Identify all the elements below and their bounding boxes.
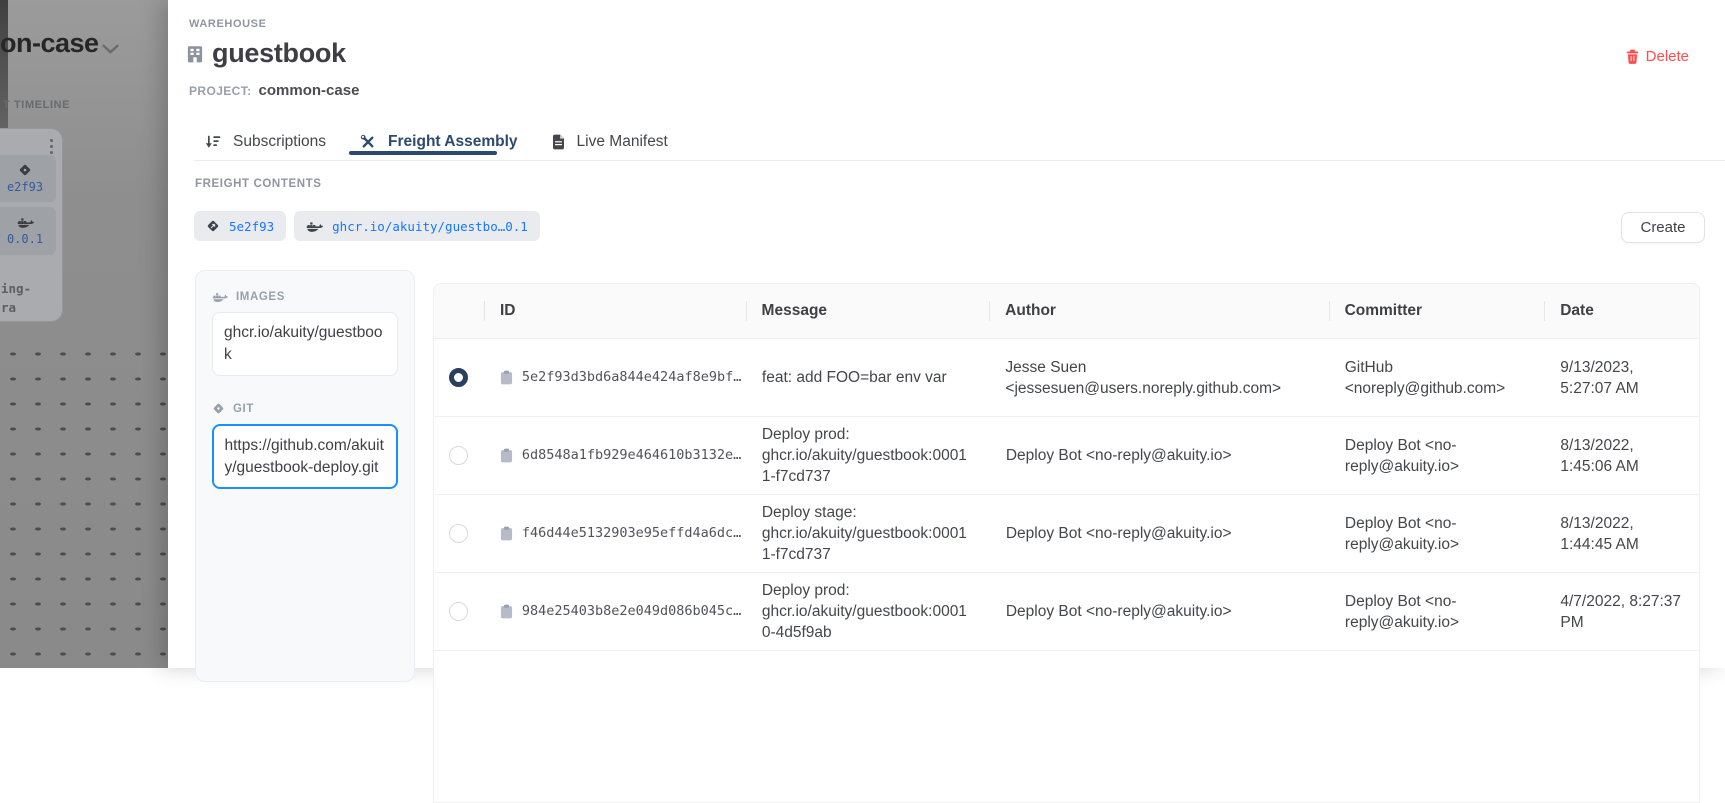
- sort-icon: [205, 134, 221, 150]
- commit-author: Jesse Suen <jessesuen@users.noreply.gith…: [989, 357, 1328, 399]
- commits-table: ID Message Author Committer Date 5e2f93d…: [433, 283, 1700, 803]
- delete-button[interactable]: Delete: [1626, 48, 1689, 65]
- commit-date: 8/13/2022, 1:44:45 AM: [1544, 513, 1699, 555]
- tab-live-manifest[interactable]: Live Manifest: [552, 133, 668, 151]
- stage-name-truncated: ing- ra: [1, 279, 31, 317]
- docker-icon: [306, 220, 323, 233]
- commit-sha: e2f93: [7, 180, 43, 194]
- row-radio[interactable]: [449, 368, 468, 387]
- commit-author: Deploy Bot <no-reply@akuity.io>: [990, 445, 1329, 466]
- git-commit-icon: [212, 402, 225, 415]
- background-canvas: on-case T TIMELINE e2f93 0.0.1 ing- ra: [0, 0, 168, 668]
- clipboard-icon: [500, 526, 513, 541]
- table-row[interactable]: 984e25403b8e2e049d086b045c… Deploy prod:…: [434, 573, 1699, 651]
- git-commit-icon: [206, 219, 220, 233]
- project-label: PROJECT:: [189, 84, 252, 98]
- commit-id: 5e2f93d3bd6a844e424af8e9bf…: [522, 367, 741, 388]
- commit-chip[interactable]: 5e2f93: [194, 211, 286, 241]
- file-icon: [552, 134, 565, 150]
- tab-label: Live Manifest: [577, 133, 668, 151]
- image-tag: 0.0.1: [7, 232, 43, 246]
- freight-timeline-card: e2f93 0.0.1 ing- ra: [0, 128, 63, 322]
- tools-icon: [360, 134, 376, 150]
- project-switcher: on-case: [0, 28, 99, 59]
- freight-commit-chip: e2f93: [0, 155, 56, 202]
- git-repo-option-selected[interactable]: https://github.com/akuity/guestbook-depl…: [212, 424, 398, 489]
- commit-id: 984e25403b8e2e049d086b045c…: [522, 601, 741, 622]
- commit-author: Deploy Bot <no-reply@akuity.io>: [990, 601, 1329, 622]
- warehouse-drawer: WAREHOUSE guestbook PROJECT: common-case…: [168, 0, 1725, 668]
- commit-message: Deploy prod: ghcr.io/akuity/guestbook:00…: [746, 580, 990, 643]
- commit-committer: Deploy Bot <no-reply@akuity.io>: [1329, 513, 1544, 555]
- docker-icon: [212, 291, 228, 303]
- project-name: common-case: [259, 82, 360, 99]
- table-header: ID Message Author Committer Date: [434, 284, 1699, 339]
- clipboard-icon: [500, 604, 513, 619]
- more-dots-icon: [50, 139, 53, 154]
- row-radio[interactable]: [449, 602, 468, 621]
- column-header-committer: Committer: [1329, 284, 1545, 338]
- delete-label: Delete: [1646, 48, 1689, 65]
- tab-label: Subscriptions: [233, 133, 326, 151]
- commit-date: 4/7/2022, 8:27:37 PM: [1544, 591, 1699, 633]
- commit-author: Deploy Bot <no-reply@akuity.io>: [990, 523, 1329, 544]
- chevron-down-icon: [102, 44, 119, 54]
- column-header-message: Message: [746, 284, 990, 338]
- commit-id: f46d44e5132903e95effd4a6dc…: [522, 523, 741, 544]
- freight-contents-chips: 5e2f93 ghcr.io/akuity/guestbo…0.1: [194, 211, 540, 241]
- column-header-date: Date: [1544, 284, 1699, 338]
- clipboard-icon: [500, 448, 513, 463]
- column-header-author: Author: [989, 284, 1328, 338]
- freight-contents-label: FREIGHT CONTENTS: [195, 178, 322, 190]
- commit-committer: GitHub <noreply@github.com>: [1329, 357, 1545, 399]
- docker-icon: [17, 216, 34, 229]
- table-body: 5e2f93d3bd6a844e424af8e9bf… feat: add FO…: [434, 339, 1699, 651]
- image-chip[interactable]: ghcr.io/akuity/guestbo…0.1: [294, 211, 540, 241]
- images-section-label: IMAGES: [212, 291, 398, 303]
- commit-date: 8/13/2022, 1:45:06 AM: [1544, 435, 1699, 477]
- clipboard-icon: [500, 370, 513, 385]
- tab-label: Freight Assembly: [388, 133, 518, 151]
- active-tab-indicator: [349, 151, 497, 155]
- table-row[interactable]: 5e2f93d3bd6a844e424af8e9bf… feat: add FO…: [434, 339, 1699, 417]
- commit-date: 9/13/2023, 5:27:07 AM: [1544, 357, 1699, 399]
- radio-column-header: [434, 284, 484, 338]
- git-section-label: GIT: [212, 402, 398, 415]
- chip-text: 5e2f93: [229, 219, 274, 234]
- column-header-id: ID: [484, 284, 746, 338]
- commit-message: Deploy prod: ghcr.io/akuity/guestbook:00…: [746, 424, 990, 487]
- row-radio[interactable]: [449, 524, 468, 543]
- tabs-divider: [194, 160, 1725, 161]
- tab-subscriptions[interactable]: Subscriptions: [205, 133, 326, 151]
- chip-text: ghcr.io/akuity/guestbo…0.1: [332, 219, 528, 234]
- freight-timeline-label: T TIMELINE: [3, 99, 70, 111]
- table-row[interactable]: f46d44e5132903e95effd4a6dc… Deploy stage…: [434, 495, 1699, 573]
- commit-id: 6d8548a1fb929e464610b3132e…: [522, 445, 741, 466]
- commit-message: feat: add FOO=bar env var: [746, 367, 990, 388]
- tab-freight-assembly[interactable]: Freight Assembly: [360, 133, 518, 151]
- commit-committer: Deploy Bot <no-reply@akuity.io>: [1329, 591, 1544, 633]
- subscription-sidebar: IMAGES ghcr.io/akuity/guestbook GIT http…: [195, 270, 415, 682]
- page-title: guestbook: [212, 38, 346, 69]
- row-radio[interactable]: [449, 446, 468, 465]
- commit-message: Deploy stage: ghcr.io/akuity/guestbook:0…: [746, 502, 990, 565]
- commit-committer: Deploy Bot <no-reply@akuity.io>: [1329, 435, 1544, 477]
- trash-icon: [1626, 49, 1639, 64]
- create-button[interactable]: Create: [1621, 212, 1705, 243]
- freight-image-chip: 0.0.1: [0, 207, 56, 255]
- warehouse-icon: [187, 45, 203, 63]
- image-repo-option[interactable]: ghcr.io/akuity/guestbook: [212, 312, 398, 376]
- warehouse-eyebrow: WAREHOUSE: [189, 18, 267, 30]
- canvas-dot-grid: [0, 340, 168, 668]
- git-commit-icon: [18, 163, 32, 177]
- table-row[interactable]: 6d8548a1fb929e464610b3132e… Deploy prod:…: [434, 417, 1699, 495]
